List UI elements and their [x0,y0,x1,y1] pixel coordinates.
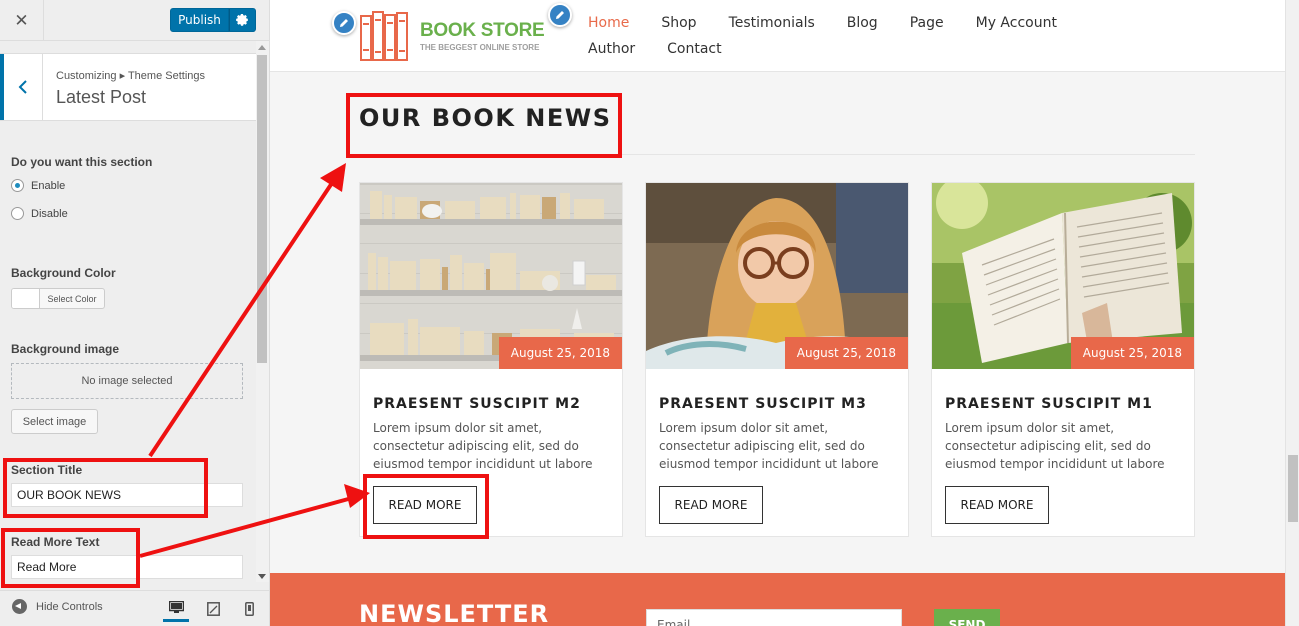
post-date-badge: August 25, 2018 [498,337,622,369]
customizer-footer: Hide Controls [0,590,269,626]
customizer-header: ✕ Publish [0,0,269,41]
post-title[interactable]: PRAESENT SUSCIPIT M1 [945,396,1153,412]
news-section-title: OUR BOOK NEWS [359,104,612,132]
nav-author[interactable]: Author [588,39,635,65]
bg-color-label: Background Color [11,266,116,280]
back-icon[interactable] [0,54,43,120]
publish-button[interactable]: Publish [170,8,229,32]
section-title: Latest Post [56,87,147,107]
send-button[interactable]: SEND [934,609,1000,626]
nav-blog[interactable]: Blog [847,13,878,39]
nav-contact[interactable]: Contact [667,39,721,65]
site-logo[interactable]: BOOK STORE THE BEGGEST ONLINE STORE [358,10,545,62]
scroll-down-icon[interactable] [258,574,266,579]
post-excerpt: Lorem ipsum dolor sit amet, consectetur … [373,421,593,471]
gear-icon[interactable] [229,8,256,32]
nav-shop[interactable]: Shop [661,13,696,39]
collapse-icon [12,599,27,614]
newsletter-title: NEWSLETTER [359,600,550,626]
radio-button[interactable] [11,207,24,220]
post-image-bookshelf[interactable]: August 25, 2018 [360,183,622,369]
logo-title: BOOK STORE [420,20,545,41]
preview-scrollbar[interactable] [1285,0,1299,626]
customizer-sidebar: ✕ Publish Customizing ▸ Theme Settings L… [0,0,270,626]
radio-enable[interactable]: Enable [11,179,65,192]
post-title[interactable]: PRAESENT SUSCIPIT M2 [373,396,581,412]
select-image-button[interactable]: Select image [11,409,98,434]
close-icon[interactable]: ✕ [0,0,44,41]
section-title-label: Section Title [11,463,83,477]
select-color-button[interactable]: Select Color [11,288,105,309]
tablet-icon[interactable] [200,596,226,622]
read-more-button[interactable]: READ MORE [373,486,477,524]
section-header: Customizing ▸ Theme Settings Latest Post [0,53,256,121]
nav-page[interactable]: Page [910,13,944,39]
bg-image-label: Background image [11,342,120,356]
site-header: BOOK STORE THE BEGGEST ONLINE STORE Home… [270,0,1285,72]
newsletter-section: NEWSLETTER Email SEND [270,573,1285,626]
post-excerpt: Lorem ipsum dolor sit amet, consectetur … [659,421,879,471]
nav-testimonials[interactable]: Testimonials [729,13,815,39]
post-image-open-book[interactable]: August 25, 2018 [932,183,1194,369]
section-title-input[interactable]: OUR BOOK NEWS [11,483,243,507]
desktop-icon[interactable] [163,596,189,622]
sidebar-scrollbar[interactable] [256,41,269,582]
radio-disable[interactable]: Disable [11,207,68,220]
post-card: August 25, 2018 PRAESENT SUSCIPIT M1 Lor… [931,182,1195,537]
edit-shortcut-menu-icon[interactable] [548,3,572,27]
news-section-header: OUR BOOK NEWS [359,104,1195,155]
email-field[interactable]: Email [646,609,902,626]
show-section-label: Do you want this section [11,155,153,169]
select-color-label: Select Color [47,293,97,304]
hide-controls-label: Hide Controls [36,600,103,613]
breadcrumb: Customizing ▸ Theme Settings [56,70,205,82]
color-swatch [12,289,40,308]
scrollbar-thumb[interactable] [1288,455,1298,522]
post-date-badge: August 25, 2018 [784,337,908,369]
post-image-girl-reading[interactable]: August 25, 2018 [646,183,908,369]
post-card: August 25, 2018 PRAESENT SUSCIPIT M3 Lor… [645,182,909,537]
hide-controls-button[interactable]: Hide Controls [12,599,103,614]
post-date-badge: August 25, 2018 [1070,337,1194,369]
radio-label: Enable [31,179,66,192]
post-excerpt: Lorem ipsum dolor sit amet, consectetur … [945,421,1165,471]
read-more-text-label: Read More Text [11,535,100,549]
read-more-text-input[interactable]: Read More [11,555,243,579]
scroll-up-icon[interactable] [258,45,266,50]
image-placeholder: No image selected [11,363,243,399]
scrollbar-thumb[interactable] [257,55,267,363]
customizer-controls: Customizing ▸ Theme Settings Latest Post… [0,41,256,582]
logo-tagline: THE BEGGEST ONLINE STORE [420,43,540,52]
post-title[interactable]: PRAESENT SUSCIPIT M3 [659,396,867,412]
nav-my-account[interactable]: My Account [976,13,1057,39]
read-more-button[interactable]: READ MORE [945,486,1049,524]
books-logo-icon [358,10,414,62]
post-card: August 25, 2018 PRAESENT SUSCIPIT M2 Lor… [359,182,623,537]
radio-label: Disable [31,207,68,220]
edit-shortcut-logo-icon[interactable] [332,11,356,35]
mobile-icon[interactable] [236,596,262,622]
nav-home[interactable]: Home [588,13,629,39]
main-nav: Home Shop Testimonials Blog Page My Acco… [588,13,1168,65]
read-more-button[interactable]: READ MORE [659,486,763,524]
site-preview: BOOK STORE THE BEGGEST ONLINE STORE Home… [270,0,1285,626]
radio-button-checked[interactable] [11,179,24,192]
